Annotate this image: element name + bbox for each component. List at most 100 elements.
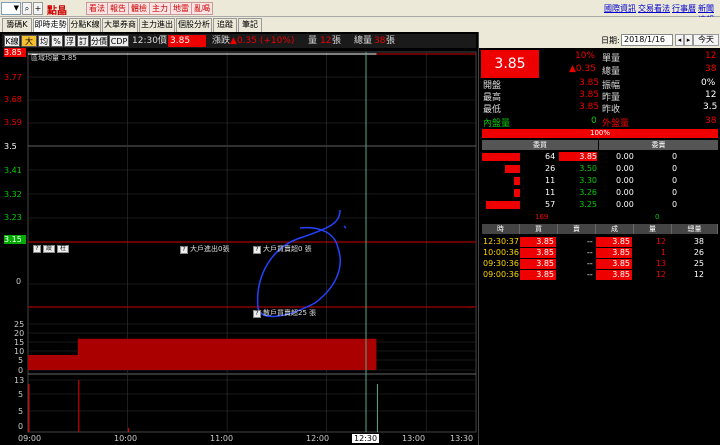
bid-qty: 57 bbox=[545, 200, 556, 209]
indicator-bar: K線 大戶 均 % 浮 訂 分價 CDP 12:30 價 3.85 漲跌 ▲0.… bbox=[2, 34, 476, 58]
high-value: 3.85 bbox=[579, 90, 600, 100]
trade-sell: -- bbox=[587, 248, 593, 257]
tab-notes[interactable]: 筆記 bbox=[238, 18, 262, 32]
help-icon[interactable]: ? bbox=[253, 246, 261, 254]
price-change: ▲0.35 bbox=[569, 64, 596, 74]
tab-branch-kline[interactable]: 分點K線 bbox=[69, 18, 101, 32]
date-label: 日期: bbox=[601, 36, 620, 45]
y-tick: 3.59 bbox=[4, 118, 22, 127]
next-date-button[interactable]: ▸ bbox=[684, 34, 693, 46]
prev-close-label: 昨收 bbox=[602, 105, 621, 115]
bar-toggle-button[interactable]: 柱 bbox=[57, 245, 69, 253]
bid-qty: 11 bbox=[545, 176, 556, 185]
big-player-net-label: 大戶買賣超0 張 bbox=[263, 245, 312, 253]
tab-stock-analysis[interactable]: 個股分析 bbox=[176, 18, 212, 32]
checkup-button[interactable]: 體檢 bbox=[128, 2, 150, 15]
stock-selector[interactable]: ▼ bbox=[1, 2, 21, 15]
volume-label: 量 bbox=[308, 36, 318, 46]
y-tick: 5 bbox=[18, 356, 24, 365]
cdp-toggle[interactable]: CDP bbox=[109, 35, 129, 47]
trade-buy: 3.85 bbox=[520, 237, 556, 247]
y-tick: 3.68 bbox=[4, 95, 22, 104]
price-label: 價 bbox=[158, 36, 168, 46]
plus-icon: + bbox=[34, 4, 42, 13]
ask-qty: 0 bbox=[672, 176, 678, 185]
x-tick: 12:00 bbox=[306, 434, 330, 443]
ask-sum: 0 bbox=[655, 213, 660, 221]
trade-buy: 3.85 bbox=[520, 248, 556, 258]
tab-track[interactable]: 追蹤 bbox=[213, 18, 237, 32]
y-tick: 3.32 bbox=[4, 190, 22, 199]
trade-total: 12 bbox=[693, 270, 704, 279]
shout-button[interactable]: 亂喝 bbox=[191, 2, 213, 15]
x-tick: 13:30 bbox=[450, 434, 474, 443]
add-button[interactable]: + bbox=[33, 2, 43, 15]
chevron-left-icon: ◂ bbox=[677, 36, 682, 44]
trade-time: 09:30:36 bbox=[483, 259, 519, 268]
kline-toggle[interactable]: K線 bbox=[4, 35, 20, 47]
tab-bar: 籌碼K線 即時走勢 分點K線 大單券商 主力進出 個股分析 追蹤 筆記 bbox=[0, 17, 720, 41]
y-tick: 0 bbox=[16, 277, 22, 286]
trade-deal: 3.85 bbox=[596, 237, 632, 247]
total-unit: 張 bbox=[386, 36, 396, 46]
y-tick: 5 bbox=[18, 407, 24, 416]
y-tick: 3.15 bbox=[4, 235, 26, 244]
trade-qty: 13 bbox=[655, 259, 666, 268]
trade-sell: -- bbox=[587, 259, 593, 268]
amplitude-value: 0% bbox=[701, 78, 716, 88]
y-tick: 20 bbox=[14, 329, 25, 338]
tab-main-force[interactable]: 主力進出 bbox=[139, 18, 175, 32]
ask-price: 0.00 bbox=[616, 176, 634, 185]
ask-qty: 0 bbox=[672, 188, 678, 197]
date-field[interactable]: 2018/1/16 bbox=[621, 34, 673, 46]
trade-col-deal: 成 bbox=[596, 224, 634, 234]
outer-vol-value: 38 bbox=[705, 116, 717, 126]
price-dist-toggle[interactable]: 分價 bbox=[90, 35, 108, 47]
total-label: 總量 bbox=[354, 36, 373, 46]
trade-qty: 12 bbox=[655, 237, 666, 246]
single-vol-label: 單量 bbox=[602, 54, 621, 64]
trade-view-link[interactable]: 交易看法 bbox=[638, 3, 670, 14]
tab-realtime[interactable]: 即時走勢 bbox=[33, 18, 68, 32]
search-icon: ⌕ bbox=[24, 4, 30, 13]
trade-total: 38 bbox=[693, 237, 704, 246]
bid-qty: 64 bbox=[545, 152, 556, 161]
intraday-chart[interactable]: 區域均量 3.85 3.85 3.77 3.68 3.59 3.5 3.41 3… bbox=[0, 48, 478, 445]
search-button[interactable]: ⌕ bbox=[22, 2, 32, 15]
trade-sell: -- bbox=[587, 270, 593, 279]
bid-qty: 11 bbox=[545, 188, 556, 197]
open-value: 3.85 bbox=[579, 78, 600, 88]
help-icon[interactable]: ? bbox=[253, 310, 261, 318]
trade-deal: 3.85 bbox=[596, 270, 632, 280]
float-toggle[interactable]: 浮 bbox=[64, 35, 76, 47]
intl-info-link[interactable]: 國際資訊 bbox=[604, 3, 636, 14]
y-tick: 0 bbox=[18, 422, 24, 431]
tab-chip-kline[interactable]: 籌碼K線 bbox=[2, 18, 32, 41]
order-toggle[interactable]: 訂 bbox=[77, 35, 89, 47]
big-player-toggle[interactable]: 大戶 bbox=[21, 35, 37, 58]
ask-price: 0.00 bbox=[616, 164, 634, 173]
change-label: 漲跌 bbox=[212, 36, 231, 46]
view-button[interactable]: 看法 bbox=[86, 2, 108, 15]
ask-price: 0.00 bbox=[616, 152, 634, 161]
main-force-button[interactable]: 主力 bbox=[149, 2, 171, 15]
today-button[interactable]: 今天 bbox=[693, 34, 719, 46]
calendar-link[interactable]: 行事曆 bbox=[672, 3, 696, 14]
bid-depth-bar bbox=[514, 177, 520, 185]
settings-button[interactable]: 設 bbox=[43, 245, 55, 253]
report-button[interactable]: 報告 bbox=[107, 2, 129, 15]
stock-name: 點晶 bbox=[47, 6, 67, 17]
mine-button[interactable]: 地雷 bbox=[170, 2, 192, 15]
chevron-down-icon: ▼ bbox=[13, 4, 19, 12]
tab-big-brokers[interactable]: 大單券商 bbox=[102, 18, 138, 32]
bid-sum: 169 bbox=[535, 213, 549, 221]
x-tick: 09:00 bbox=[18, 434, 42, 443]
trade-time: 09:00:36 bbox=[483, 270, 519, 279]
help-button[interactable]: ? bbox=[33, 245, 41, 253]
x-tick-current: 12:30 bbox=[352, 434, 380, 443]
prev-date-button[interactable]: ◂ bbox=[675, 34, 684, 46]
single-vol: 12 bbox=[705, 51, 717, 61]
avg-toggle[interactable]: 均 bbox=[38, 35, 50, 47]
help-icon[interactable]: ? bbox=[180, 246, 188, 254]
percent-toggle[interactable]: % bbox=[51, 35, 63, 47]
